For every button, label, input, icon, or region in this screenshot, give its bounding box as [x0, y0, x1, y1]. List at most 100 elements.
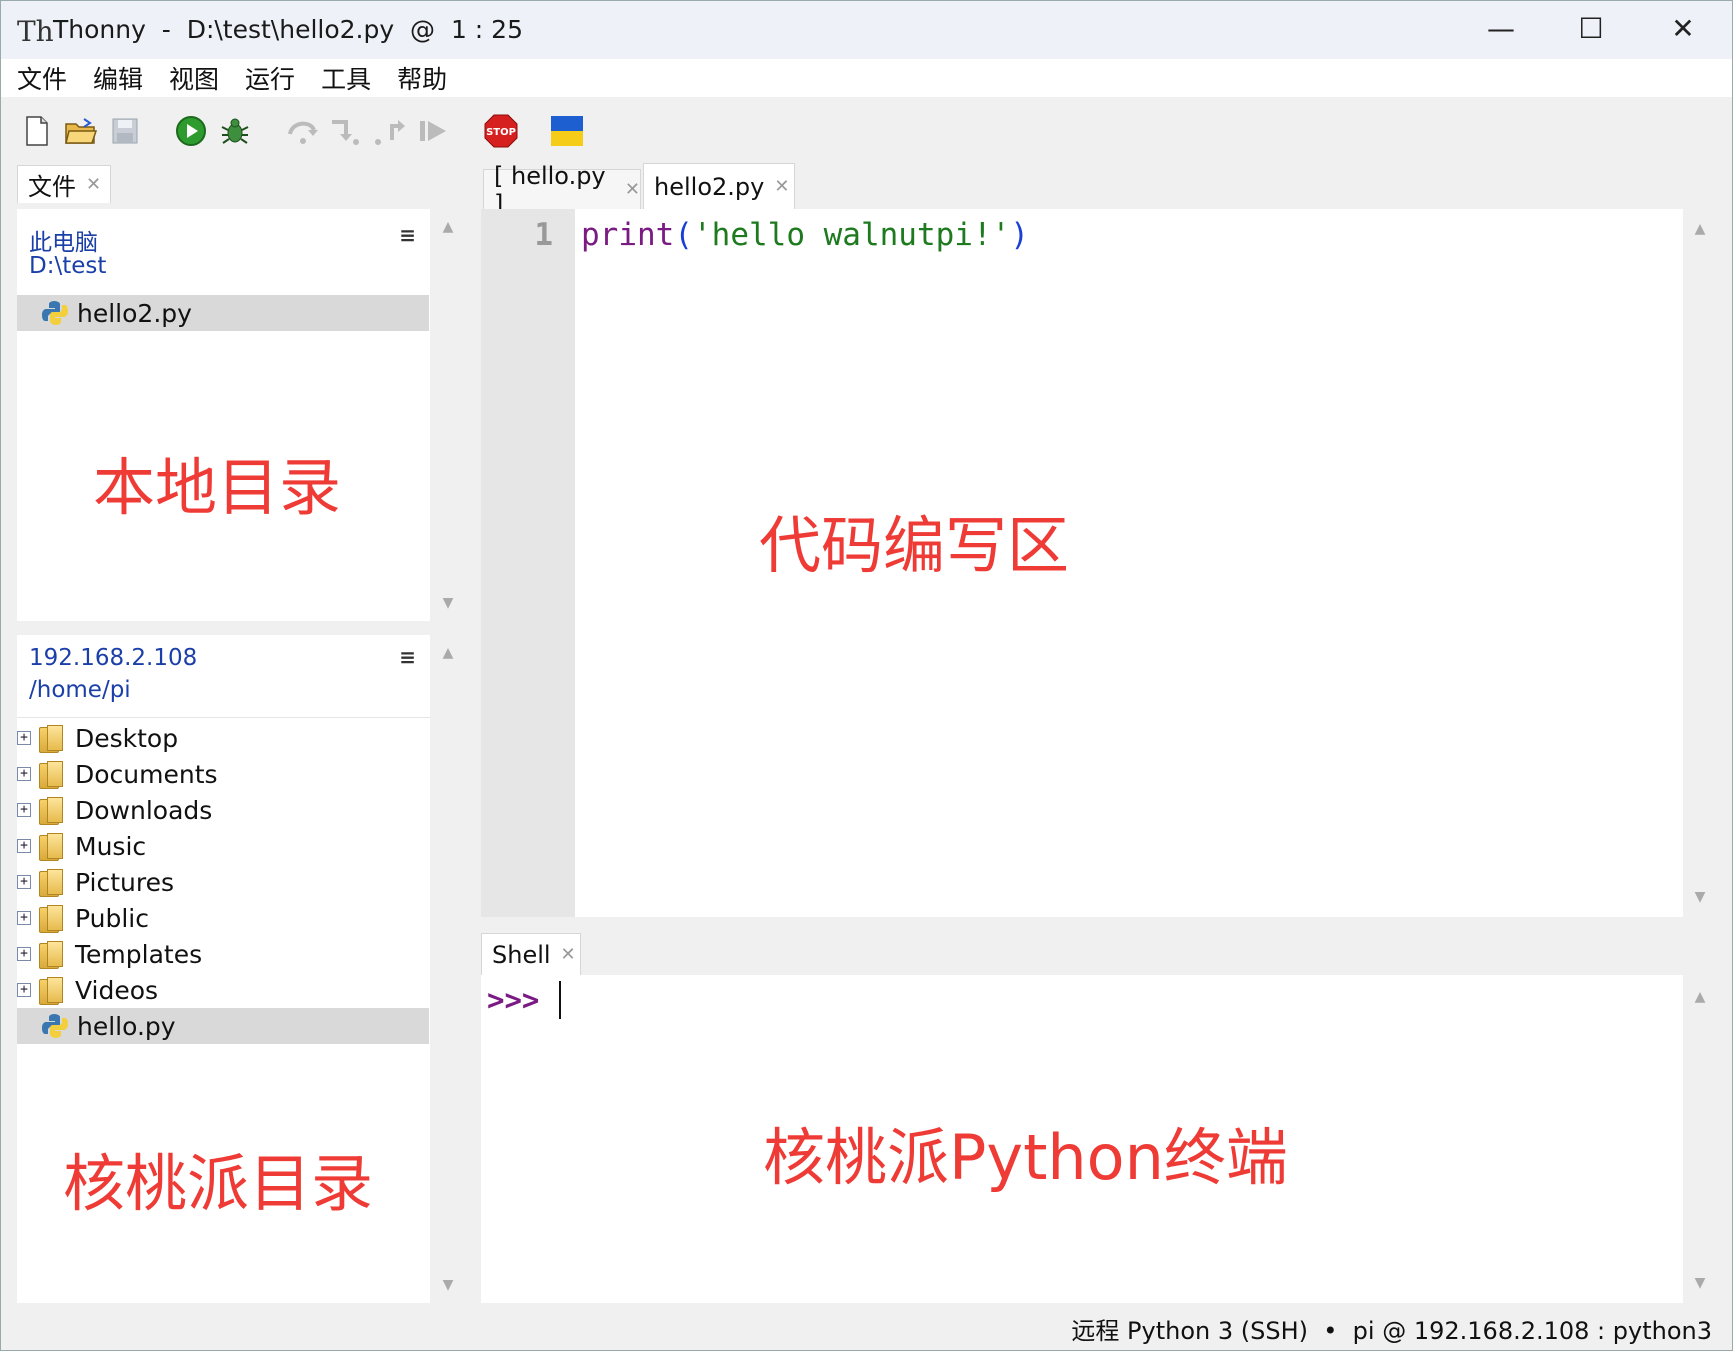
step-into-icon[interactable] [327, 113, 363, 149]
remote-scrollbar[interactable]: ▲ ▼ [433, 635, 463, 1303]
folder-icon [39, 725, 63, 753]
expand-icon[interactable]: + [17, 875, 31, 889]
remote-menu-icon[interactable]: ≡ [399, 645, 416, 669]
scroll-down-icon[interactable]: ▼ [1685, 889, 1715, 905]
close-tab-icon[interactable]: ✕ [625, 179, 640, 200]
window-title: Thonny - D:\test\hello2.py @ 1 : 25 [53, 15, 523, 44]
expand-icon[interactable]: + [17, 731, 31, 745]
local-location-path[interactable]: D:\test [29, 253, 106, 279]
save-icon[interactable] [107, 113, 143, 149]
folder-name: Documents [75, 759, 218, 789]
stop-icon[interactable]: STOP [483, 113, 519, 149]
new-file-icon[interactable] [19, 113, 55, 149]
menu-tools[interactable]: 工具 [321, 60, 371, 96]
ukraine-flag-icon[interactable] [549, 113, 585, 149]
code-close-paren: ) [1010, 217, 1029, 253]
local-scrollbar[interactable]: ▲ ▼ [433, 209, 463, 621]
code-open-paren: ( [674, 217, 693, 253]
folder-icon [39, 869, 63, 897]
list-item[interactable]: hello.py [17, 1008, 429, 1044]
list-item[interactable]: + Desktop [17, 720, 429, 756]
annotation-terminal: 核桃派Python终端 [763, 1121, 1288, 1194]
run-icon[interactable] [173, 113, 209, 149]
menu-file[interactable]: 文件 [17, 60, 67, 96]
folder-name: Templates [75, 939, 203, 969]
open-folder-icon[interactable] [63, 113, 99, 149]
list-item[interactable]: hello2.py [17, 295, 429, 331]
tab-hello2-py[interactable]: hello2.py ✕ [643, 163, 795, 209]
status-bar[interactable]: 远程 Python 3 (SSH) • pi @ 192.168.2.108 :… [1071, 1311, 1712, 1346]
list-item[interactable]: + Downloads [17, 792, 429, 828]
list-item[interactable]: + Videos [17, 972, 429, 1008]
scroll-up-icon[interactable]: ▲ [1685, 221, 1715, 237]
divider [17, 717, 430, 718]
menu-bar: 文件 编辑 视图 运行 工具 帮助 [1, 59, 1732, 97]
tab-files[interactable]: 文件 ✕ [17, 165, 111, 203]
local-location-computer[interactable]: 此电脑 [29, 223, 98, 257]
menu-run[interactable]: 运行 [245, 60, 295, 96]
expand-icon[interactable]: + [17, 983, 31, 997]
menu-edit[interactable]: 编辑 [93, 60, 143, 96]
close-tab-icon[interactable]: ✕ [774, 176, 789, 197]
expand-icon[interactable]: + [17, 839, 31, 853]
folder-icon [39, 761, 63, 789]
minimize-button[interactable]: — [1471, 9, 1531, 49]
annotation-code-area: 代码编写区 [759, 509, 1070, 582]
close-tab-icon[interactable]: ✕ [86, 174, 101, 195]
tab-hello2-py-label: hello2.py [654, 172, 765, 201]
list-item[interactable]: + Documents [17, 756, 429, 792]
folder-icon [39, 905, 63, 933]
line-number-gutter: 1 [481, 209, 575, 917]
list-item[interactable]: + Templates [17, 936, 429, 972]
expand-icon[interactable]: + [17, 911, 31, 925]
scroll-down-icon[interactable]: ▼ [433, 1277, 463, 1293]
step-over-icon[interactable] [285, 113, 321, 149]
list-item[interactable]: + Music [17, 828, 429, 864]
local-menu-icon[interactable]: ≡ [399, 223, 416, 247]
folder-name: Videos [75, 975, 159, 1005]
toolbar: STOP [1, 107, 1732, 157]
expand-icon[interactable]: + [17, 803, 31, 817]
remote-location-host[interactable]: 192.168.2.108 [29, 645, 197, 671]
scroll-down-icon[interactable]: ▼ [1685, 1275, 1715, 1291]
folder-name: Pictures [75, 867, 174, 897]
code-line[interactable]: print('hello walnutpi!') [581, 217, 1029, 253]
shell-scrollbar[interactable]: ▲ ▼ [1685, 975, 1715, 1303]
folder-name: Downloads [75, 795, 213, 825]
remote-location-path[interactable]: /home/pi [29, 677, 131, 703]
scroll-up-icon[interactable]: ▲ [433, 645, 463, 661]
debug-icon[interactable] [217, 113, 253, 149]
step-out-icon[interactable] [371, 113, 407, 149]
scroll-down-icon[interactable]: ▼ [433, 595, 463, 611]
python-file-icon [42, 301, 68, 325]
expand-icon[interactable]: + [17, 947, 31, 961]
resume-icon[interactable] [415, 113, 451, 149]
python-file-icon [42, 1014, 68, 1038]
tab-shell[interactable]: Shell ✕ [481, 933, 581, 975]
folder-icon [39, 941, 63, 969]
maximize-button[interactable]: ☐ [1561, 9, 1621, 49]
menu-view[interactable]: 视图 [169, 60, 219, 96]
folder-name: Public [75, 903, 149, 933]
menu-help[interactable]: 帮助 [397, 60, 447, 96]
folder-name: Music [75, 831, 147, 861]
thonny-logo-icon: Th [17, 15, 54, 48]
close-button[interactable]: ✕ [1653, 9, 1713, 49]
expand-icon[interactable]: + [17, 767, 31, 781]
tab-shell-label: Shell [492, 940, 551, 969]
folder-icon [39, 977, 63, 1005]
folder-icon [39, 797, 63, 825]
scroll-up-icon[interactable]: ▲ [433, 219, 463, 235]
list-item[interactable]: + Pictures [17, 864, 429, 900]
list-item[interactable]: + Public [17, 900, 429, 936]
line-number: 1 [534, 217, 553, 253]
title-bar: Th Thonny - D:\test\hello2.py @ 1 : 25 —… [1, 1, 1732, 59]
editor-scrollbar[interactable]: ▲ ▼ [1685, 209, 1715, 917]
tab-files-label: 文件 [28, 173, 76, 201]
close-tab-icon[interactable]: ✕ [561, 944, 576, 965]
code-editor[interactable] [481, 209, 1683, 917]
scroll-up-icon[interactable]: ▲ [1685, 989, 1715, 1005]
text-cursor [559, 981, 561, 1019]
local-file-name: hello2.py [77, 298, 192, 328]
tab-hello-py[interactable]: [ hello.py ] ✕ [483, 162, 641, 218]
